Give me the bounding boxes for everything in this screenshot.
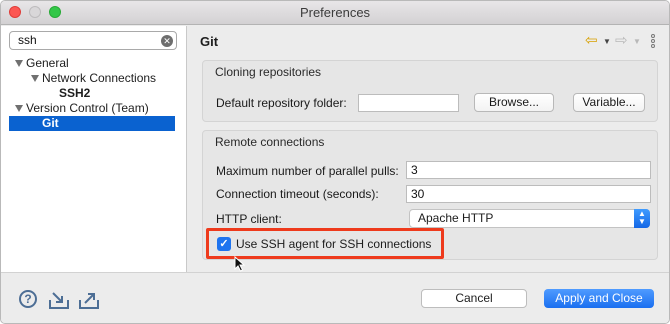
preference-tree: General Network Connections SSH2 Version… <box>1 56 187 131</box>
page-title: Git <box>200 34 219 49</box>
parallel-pulls-label: Maximum number of parallel pulls: <box>216 164 399 178</box>
title-bar: Preferences <box>1 1 669 25</box>
tree-item-label: General <box>26 56 69 70</box>
tree-item-git[interactable]: Git <box>9 116 175 131</box>
apply-and-close-button[interactable]: Apply and Close <box>544 289 654 308</box>
back-history-dropdown-icon[interactable]: ▼ <box>603 37 611 46</box>
window-title: Preferences <box>299 5 371 20</box>
expanded-triangle-icon[interactable] <box>15 105 23 112</box>
ssh-agent-checkbox[interactable]: ✓ <box>217 237 231 251</box>
browse-button[interactable]: Browse... <box>474 93 554 112</box>
export-icon[interactable] <box>78 290 100 310</box>
clear-filter-icon[interactable]: ✕ <box>161 35 173 47</box>
expanded-triangle-icon[interactable] <box>15 60 23 67</box>
forward-arrow-icon[interactable]: ⇨ <box>615 31 628 49</box>
select-updown-icon: ▲ ▼ <box>634 209 650 228</box>
filter-input[interactable]: ssh <box>9 31 177 50</box>
http-client-select[interactable]: Apache HTTP ▲ ▼ <box>409 209 650 228</box>
http-client-label: HTTP client: <box>216 212 282 226</box>
parallel-pulls-field[interactable]: 3 <box>406 161 651 179</box>
help-icon[interactable]: ? <box>19 290 37 308</box>
tree-item-label: Network Connections <box>42 71 157 85</box>
variable-button[interactable]: Variable... <box>573 93 645 112</box>
tree-item-version-control[interactable]: Version Control (Team) <box>1 101 187 116</box>
preferences-window: Preferences ssh ✕ General Network Connec… <box>0 0 670 324</box>
tree-item-label: Version Control (Team) <box>26 101 149 115</box>
cloning-group: Cloning repositories Default repository … <box>202 60 658 122</box>
remote-group-title: Remote connections <box>215 135 325 149</box>
tree-item-general[interactable]: General <box>1 56 187 71</box>
preference-tree-pane: ssh ✕ General Network Connections SSH2 V… <box>1 26 187 272</box>
default-folder-field[interactable] <box>358 94 459 112</box>
ssh-agent-label[interactable]: Use SSH agent for SSH connections <box>236 237 431 251</box>
default-folder-label: Default repository folder: <box>216 96 347 110</box>
back-arrow-icon[interactable]: ⇦ <box>585 31 598 49</box>
tree-item-label: Git <box>42 116 59 130</box>
tree-item-label: SSH2 <box>59 86 91 100</box>
timeout-label: Connection timeout (seconds): <box>216 187 379 201</box>
import-icon[interactable] <box>48 290 70 310</box>
mouse-pointer-icon <box>234 256 246 272</box>
tree-item-network-connections[interactable]: Network Connections <box>1 71 187 86</box>
view-menu-icon[interactable] <box>651 34 655 49</box>
tree-item-ssh2[interactable]: SSH2 <box>1 86 187 101</box>
cancel-button[interactable]: Cancel <box>421 289 527 308</box>
http-client-value: Apache HTTP <box>418 211 494 225</box>
dialog-button-bar: ? Cancel Apply and Close <box>1 272 669 323</box>
cloning-group-title: Cloning repositories <box>215 65 322 79</box>
timeout-field[interactable]: 30 <box>406 185 651 203</box>
forward-history-dropdown-icon[interactable]: ▼ <box>633 37 641 46</box>
expanded-triangle-icon[interactable] <box>31 75 39 82</box>
